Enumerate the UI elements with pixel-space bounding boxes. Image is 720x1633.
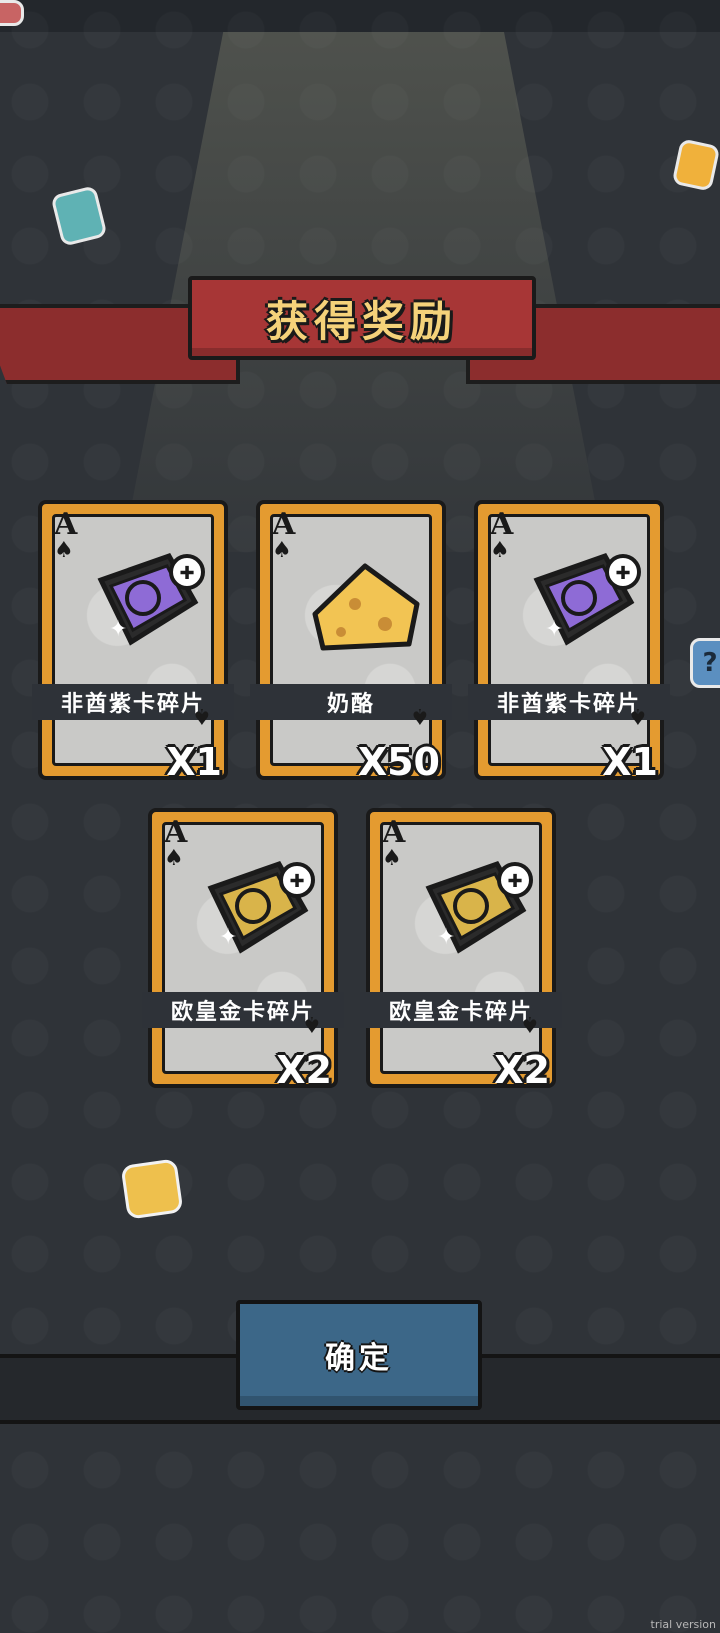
svg-text:✦: ✦ [545, 617, 563, 642]
reward-banner: 获得奖励 [188, 276, 536, 360]
spade-icon: ♠ [54, 538, 74, 563]
card-rank: A [272, 507, 296, 542]
cheese-icon [305, 544, 425, 664]
question-sticker-icon: ? [690, 638, 720, 688]
reward-quantity: X50 [357, 740, 440, 784]
reward-card: A ♠ 奶酪 ♠ X50 [250, 500, 452, 784]
reward-card: A ♠ ✚ ✦ 非酋紫卡碎片 ♠ X1 [468, 500, 670, 784]
svg-text:✚: ✚ [179, 563, 194, 584]
reward-quantity: X2 [276, 1048, 332, 1092]
page-title: 获得奖励 [265, 296, 458, 346]
spade-icon: ♠ [192, 703, 212, 728]
spade-icon: ♠ [382, 846, 402, 871]
reward-quantity: X1 [166, 740, 222, 784]
confirm-button[interactable]: 确定 [236, 1300, 482, 1410]
svg-text:✚: ✚ [615, 563, 630, 584]
purple-card-fragment-icon: ✚ ✦ [523, 544, 643, 664]
confirm-button-label: 确定 [325, 1341, 393, 1376]
spade-icon: ♠ [628, 703, 648, 728]
card-rank: A [54, 507, 78, 542]
reward-card: A ♠ ✚ ✦ 欧皇金卡碎片 ♠ X2 [360, 808, 562, 1092]
svg-text:✦: ✦ [109, 617, 127, 642]
spade-icon: ♠ [410, 703, 430, 728]
reward-card: A ♠ ✚ ✦ 非酋紫卡碎片 ♠ X1 [32, 500, 234, 784]
gold-card-fragment-icon: ✚ ✦ [415, 852, 535, 972]
svg-text:✚: ✚ [289, 871, 304, 892]
spade-icon: ♠ [302, 1011, 322, 1036]
svg-text:✚: ✚ [507, 871, 522, 892]
reward-quantity: X1 [602, 740, 658, 784]
reward-quantity: X2 [494, 1048, 550, 1092]
spade-icon: ♠ [164, 846, 184, 871]
reward-card: A ♠ ✚ ✦ 欧皇金卡碎片 ♠ X2 [142, 808, 344, 1092]
trial-watermark: trial version [650, 1618, 716, 1631]
spade-icon: ♠ [520, 1011, 540, 1036]
card-rank: A [490, 507, 514, 542]
cheese-sticker-icon [120, 1158, 184, 1220]
gold-card-fragment-icon: ✚ ✦ [197, 852, 317, 972]
spade-icon: ♠ [490, 538, 510, 563]
card-rank: A [164, 815, 188, 850]
purple-card-fragment-icon: ✚ ✦ [87, 544, 207, 664]
svg-text:✦: ✦ [437, 925, 455, 950]
card-rank: A [382, 815, 406, 850]
spade-icon: ♠ [272, 538, 292, 563]
pink-sticker-icon [0, 0, 24, 26]
svg-text:✦: ✦ [219, 925, 237, 950]
